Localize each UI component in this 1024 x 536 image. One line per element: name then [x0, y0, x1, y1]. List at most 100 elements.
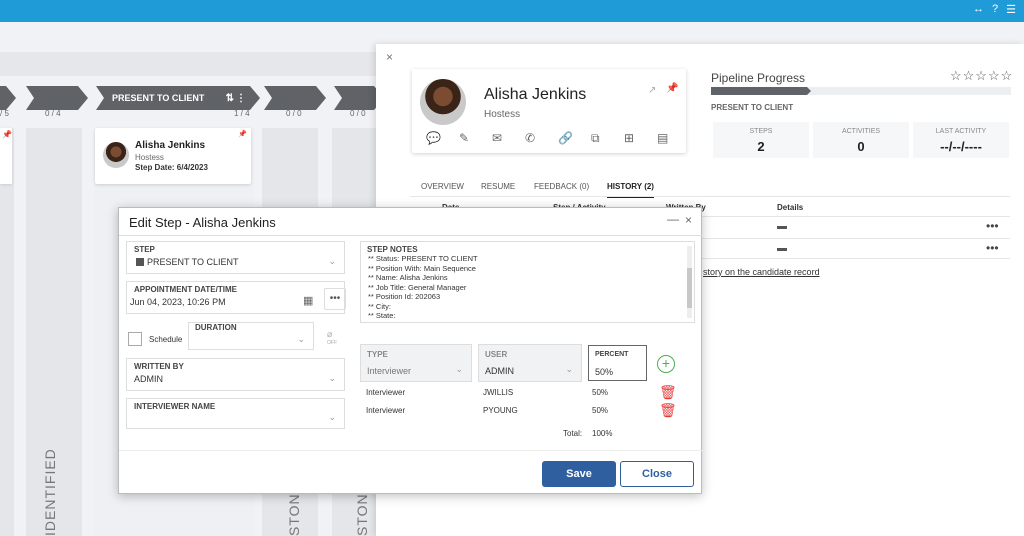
add-icon[interactable]: +: [657, 355, 675, 373]
chevron-down-icon: ⌄: [297, 334, 305, 344]
row-percent: 50%: [592, 406, 609, 415]
candidate-role: Hostess: [484, 109, 521, 120]
stage-count: / 5: [0, 109, 9, 118]
type-select[interactable]: TYPE Interviewer ⌄: [360, 344, 472, 382]
board-header-strip: [0, 52, 380, 76]
stage-color-swatch: [136, 258, 144, 266]
stage-header-present-to-client[interactable]: PRESENT TO CLIENT ⇅ ⋮: [96, 86, 260, 110]
rating-stars[interactable]: ☆☆☆☆☆: [950, 68, 1013, 84]
user-value: ADMIN: [485, 366, 514, 376]
avatar: [103, 142, 129, 168]
stat-last-activity: LAST ACTIVITY --/--/----: [913, 122, 1009, 158]
step-notes-textarea[interactable]: STEP NOTES ** Status: PRESENT TO CLIENT …: [360, 241, 695, 323]
card-name: Alisha Jenkins: [135, 140, 206, 151]
stage-count: 1 / 4: [234, 109, 250, 118]
trash-icon[interactable]: 🗑: [659, 384, 677, 401]
comment-icon[interactable]: ▬: [777, 243, 787, 254]
pin-icon[interactable]: 📌: [666, 83, 678, 94]
document-icon[interactable]: ▤: [657, 131, 668, 145]
trash-icon[interactable]: 🗑: [659, 402, 677, 419]
help-icon[interactable]: ?: [992, 3, 998, 16]
user-select[interactable]: USER ADMIN ⌄: [478, 344, 582, 382]
save-button[interactable]: Save: [542, 461, 616, 487]
minimize-icon[interactable]: —: [667, 212, 679, 226]
total-value: 100%: [592, 429, 613, 438]
pin-icon[interactable]: 📌: [2, 130, 12, 139]
type-value: Interviewer: [367, 366, 412, 376]
close-icon[interactable]: ×: [386, 50, 393, 64]
top-bar: ↔ ? ☰: [0, 0, 1024, 22]
history-divider: [700, 216, 1010, 217]
stage-header[interactable]: [264, 86, 326, 110]
step-value: PRESENT TO CLIENT: [147, 257, 239, 267]
stage-count: 0 / 4: [45, 109, 61, 118]
interviewer-name-select[interactable]: INTERVIEWER NAME ⌄: [126, 398, 345, 429]
tab-overview[interactable]: OVERVIEW: [421, 182, 464, 191]
tab-resume[interactable]: RESUME: [481, 182, 515, 191]
sort-icon[interactable]: ⇅: [226, 93, 234, 104]
topbar-icons: ↔ ? ☰: [973, 3, 1016, 16]
org-icon[interactable]: ⊞: [624, 131, 634, 145]
candidate-card-partial[interactable]: 📌: [0, 128, 12, 184]
step-notes-text: ** Status: PRESENT TO CLIENT ** Position…: [368, 254, 478, 320]
pipeline-title: Pipeline Progress: [711, 71, 806, 85]
off-label: OFF: [327, 340, 337, 346]
candidate-card[interactable]: Alisha Jenkins Hostess Step Date: 6/4/20…: [95, 128, 251, 184]
duration-select[interactable]: DURATION ⌄: [188, 322, 314, 350]
avatar: [420, 79, 466, 125]
off-toggle-icon[interactable]: ⌀: [327, 329, 332, 340]
more-icon[interactable]: •••: [986, 241, 999, 255]
stage-header[interactable]: [26, 86, 88, 110]
history-divider: [700, 258, 1010, 259]
written-by-select[interactable]: WRITTEN BY ADMIN ⌄: [126, 358, 345, 391]
external-link-icon[interactable]: ↗: [648, 85, 656, 96]
history-link[interactable]: story on the candidate record: [703, 267, 820, 277]
close-icon[interactable]: ×: [685, 213, 692, 227]
written-by-value: ADMIN: [134, 374, 163, 384]
column-vertical-label: IDENTIFIED: [42, 448, 58, 536]
calendar-icon[interactable]: ▦: [303, 294, 313, 307]
kebab-icon[interactable]: ⋮: [0, 93, 3, 104]
total-label: Total:: [563, 429, 583, 438]
comment-icon[interactable]: ▬: [777, 221, 787, 232]
chevron-down-icon: ⌄: [565, 364, 573, 374]
candidate-name: Alisha Jenkins: [484, 86, 587, 103]
stage-count: 0 / 0: [286, 109, 302, 118]
schedule-checkbox[interactable]: [128, 332, 142, 346]
edit-icon[interactable]: ✎: [459, 131, 469, 145]
row-percent: 50%: [592, 388, 609, 397]
modal-title-divider: [119, 235, 703, 236]
appointment-datetime-input[interactable]: APPOINTMENT DATE/TIME Jun 04, 2023, 10:2…: [126, 281, 345, 314]
pin-icon[interactable]: 📌: [238, 130, 247, 138]
history-divider: [700, 238, 1010, 239]
kebab-icon[interactable]: ⋮: [236, 93, 246, 104]
percent-input[interactable]: PERCENT 50%: [588, 345, 647, 381]
row-type: Interviewer: [366, 406, 406, 415]
more-options-button[interactable]: •••: [324, 288, 346, 310]
stage-label: PRESENT TO CLIENT: [112, 93, 205, 103]
expand-icon[interactable]: ↔: [973, 3, 984, 16]
more-icon[interactable]: •••: [986, 219, 999, 233]
edit-step-modal: Edit Step - Alisha Jenkins — × STEP PRES…: [118, 207, 703, 494]
close-button[interactable]: Close: [620, 461, 694, 487]
phone-icon[interactable]: ✆: [525, 131, 535, 145]
tab-feedback[interactable]: FEEDBACK (0): [534, 182, 589, 191]
stage-count: 0 / 0: [350, 109, 366, 118]
chevron-down-icon: ⌄: [455, 364, 463, 374]
row-type: Interviewer: [366, 388, 406, 397]
profile-card: Alisha Jenkins Hostess ↗ 📌 💬 ✎ ✉ ✆ 🔗 ⧉ ⊞…: [412, 69, 686, 153]
menu-icon[interactable]: ☰: [1006, 3, 1016, 16]
pipeline-progress-track: [711, 87, 1011, 95]
stat-steps: STEPS 2: [713, 122, 809, 158]
chat-icon[interactable]: 💬: [426, 131, 441, 145]
open-icon[interactable]: ⧉: [591, 131, 600, 146]
schedule-label: Schedule: [149, 335, 183, 344]
modal-footer-divider: [119, 450, 703, 451]
link-icon[interactable]: 🔗: [558, 131, 573, 145]
step-select[interactable]: STEP PRESENT TO CLIENT ⌄: [126, 241, 345, 274]
email-icon[interactable]: ✉: [492, 131, 502, 145]
card-role: Hostess: [135, 153, 164, 162]
chevron-down-icon: ⌄: [328, 256, 336, 266]
row-user: JWILLIS: [483, 388, 514, 397]
scrollbar[interactable]: [687, 246, 692, 318]
